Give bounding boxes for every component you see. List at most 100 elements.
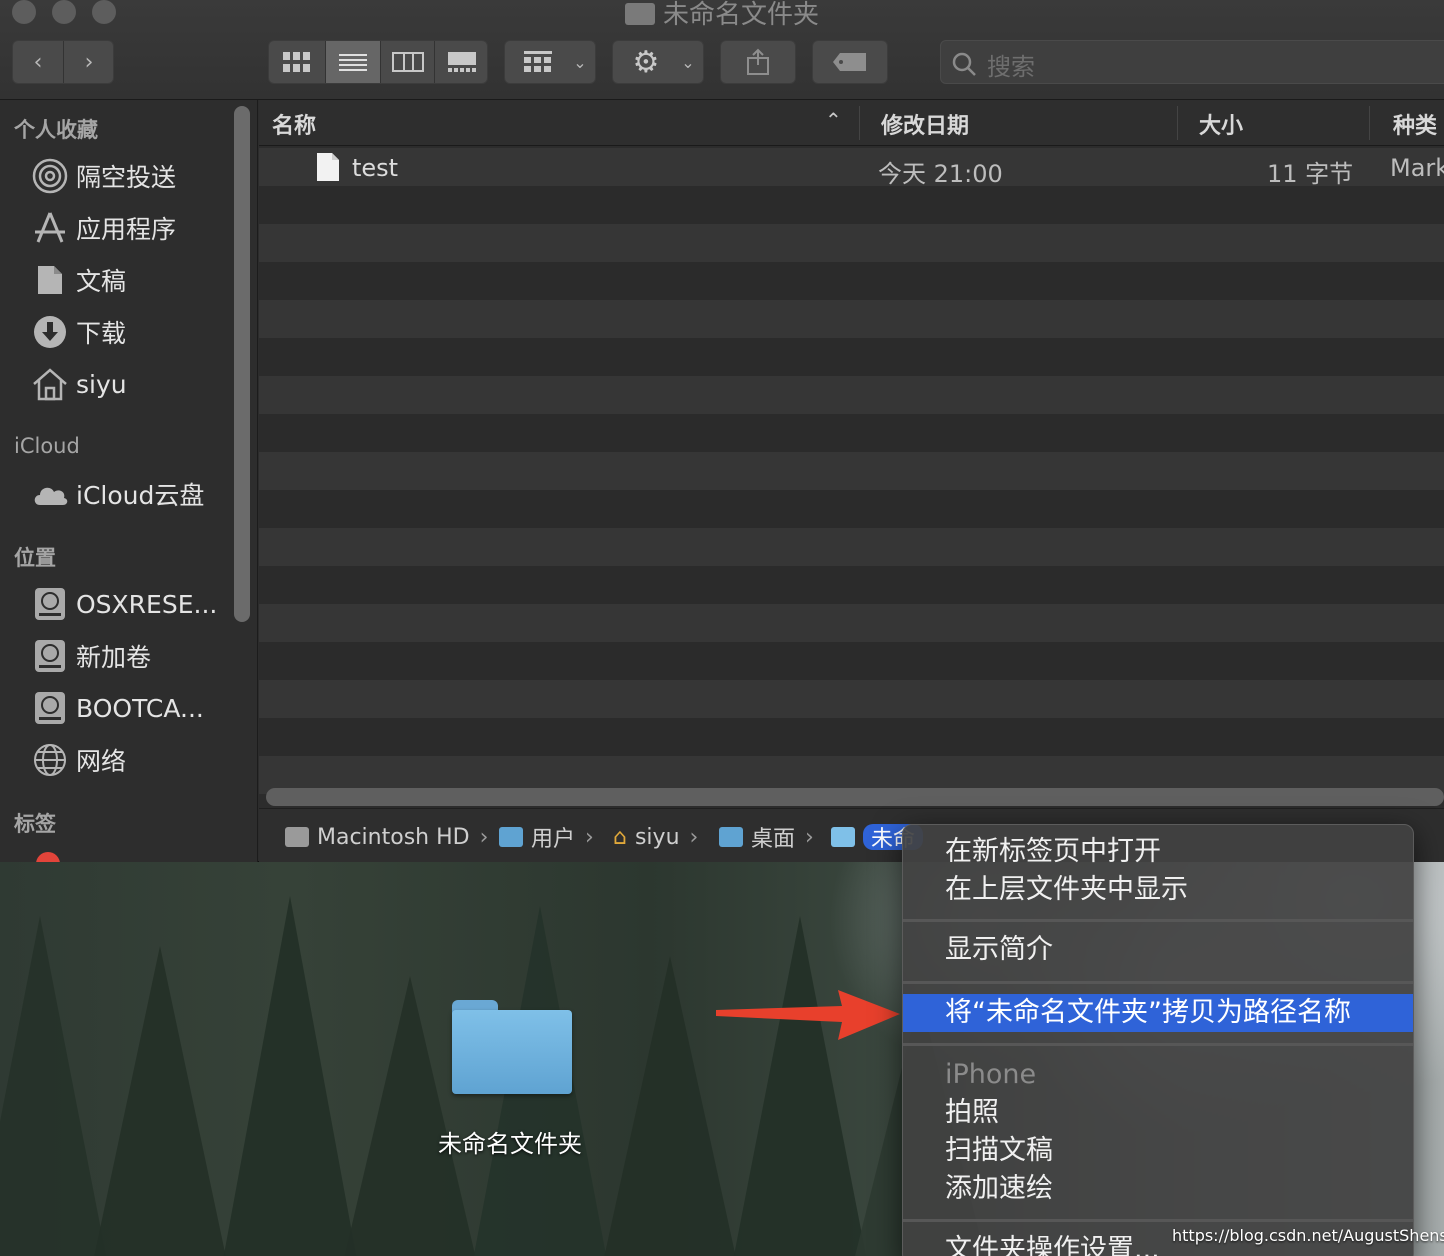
search-field[interactable]: 搜索 xyxy=(940,40,1444,84)
disk-icon xyxy=(30,690,70,726)
sidebar-item-disk-new-volume[interactable]: 新加卷 xyxy=(30,634,230,678)
empty-row xyxy=(259,338,1444,376)
sidebar-item-label: 文稿 xyxy=(76,267,127,296)
sidebar-scrollbar[interactable] xyxy=(234,106,250,622)
empty-row xyxy=(259,566,1444,604)
menu-separator xyxy=(903,919,1413,922)
menu-separator xyxy=(903,981,1413,984)
sidebar-item-home[interactable]: siyu xyxy=(30,362,230,406)
tag-icon xyxy=(813,41,887,83)
sidebar-item-label: 隔空投送 xyxy=(76,163,177,192)
menu-item-copy-as-pathname[interactable]: 将“未命名文件夹”拷贝为路径名称 xyxy=(903,994,1413,1032)
empty-row xyxy=(259,642,1444,680)
path-crumb-home[interactable]: ⌂ siyu › xyxy=(613,823,698,851)
sidebar-item-disk-osxreserved[interactable]: OSXRESE... xyxy=(30,582,230,626)
document-icon xyxy=(317,153,339,181)
sidebar-item-label: 网络 xyxy=(76,747,127,776)
path-crumb-macintosh-hd[interactable]: Macintosh HD › xyxy=(285,823,488,851)
home-icon xyxy=(30,366,70,402)
table-row[interactable]: test 今天 21:00 11 字节 Mark xyxy=(259,148,1444,188)
window-title: 未命名文件夹 xyxy=(0,0,1444,31)
menu-item-scan-documents[interactable]: 扫描文稿 xyxy=(903,1132,1413,1170)
icon-view-button[interactable] xyxy=(269,41,325,83)
sidebar-item-disk-bootcamp[interactable]: BOOTCA... xyxy=(30,686,230,730)
action-menu-button[interactable]: ⚙ ⌄ xyxy=(612,40,704,84)
folder-icon xyxy=(831,827,855,847)
empty-row xyxy=(259,452,1444,490)
chevron-right-icon: › xyxy=(479,824,489,850)
group-icon xyxy=(513,41,563,83)
gallery-view-button[interactable] xyxy=(435,41,489,83)
menu-item-get-info[interactable]: 显示简介 xyxy=(903,931,1413,969)
sidebar-item-label: 应用程序 xyxy=(76,215,177,244)
sidebar-item-documents[interactable]: 文稿 xyxy=(30,258,230,302)
desktop-folder-label[interactable]: 未命名文件夹 xyxy=(400,1124,620,1159)
column-header-size[interactable]: 大小 xyxy=(1199,108,1243,140)
folder-icon xyxy=(624,3,655,25)
documents-icon xyxy=(30,262,70,298)
edit-tags-button[interactable] xyxy=(812,40,888,84)
menu-section-iphone: iPhone xyxy=(945,1059,1037,1090)
menu-separator xyxy=(903,1043,1413,1046)
desktop-folder-icon[interactable] xyxy=(452,1000,572,1096)
sidebar-item-airdrop[interactable]: 隔空投送 xyxy=(30,154,230,198)
watermark: https://blog.csdn.net/AugustShensiyu xyxy=(1172,1226,1444,1245)
sidebar-item-label: iCloud云盘 xyxy=(76,481,205,510)
disk-icon xyxy=(30,638,70,674)
home-icon: ⌂ xyxy=(613,824,627,850)
gallery-icon xyxy=(448,52,476,72)
menu-item-take-photo[interactable]: 拍照 xyxy=(903,1094,1413,1132)
file-date: 今天 21:00 xyxy=(878,160,1003,188)
desktop-folder-icon xyxy=(719,827,743,847)
downloads-icon xyxy=(30,314,70,350)
pine-tree xyxy=(730,916,870,1256)
column-header-date[interactable]: 修改日期 xyxy=(881,108,969,140)
applications-icon xyxy=(30,210,70,246)
chevron-right-icon: › xyxy=(84,49,94,75)
tags-header: 标签 xyxy=(14,812,56,836)
chevron-right-icon: › xyxy=(585,824,594,850)
sidebar-item-label: siyu xyxy=(76,369,127,399)
file-kind: Mark xyxy=(1390,154,1444,182)
sidebar-item-label: 新加卷 xyxy=(76,643,152,672)
title-bar: 未命名文件夹 ‹ › ⌄ ⚙ ⌄ 搜索 xyxy=(0,0,1444,100)
list-header: 名称 ⌃ 修改日期 大小 种类 xyxy=(259,100,1444,146)
sidebar-item-label: OSXRESE... xyxy=(76,589,218,619)
file-size: 11 字节 xyxy=(1267,160,1354,188)
forward-button[interactable]: › xyxy=(64,41,114,83)
cloud-icon xyxy=(30,476,70,512)
chevron-right-icon: › xyxy=(689,824,699,850)
sidebar: 个人收藏 隔空投送 应用程序 文稿 下载 siyu iCloud iCloud云… xyxy=(0,100,258,862)
search-placeholder: 搜索 xyxy=(987,53,1035,81)
column-header-kind[interactable]: 种类 xyxy=(1393,108,1437,140)
icloud-header: iCloud xyxy=(14,434,80,458)
path-crumb-users[interactable]: 用户 › xyxy=(499,823,594,852)
sidebar-item-downloads[interactable]: 下载 xyxy=(30,310,230,354)
group-by-button[interactable]: ⌄ xyxy=(504,40,596,84)
sort-ascending-icon: ⌃ xyxy=(825,108,842,132)
gear-icon: ⚙ xyxy=(632,44,660,80)
share-button[interactable] xyxy=(720,40,796,84)
airdrop-icon xyxy=(30,158,70,194)
columns-icon xyxy=(392,52,424,72)
empty-row xyxy=(259,224,1444,262)
chevron-down-icon: ⌄ xyxy=(681,52,695,72)
column-header-name[interactable]: 名称 xyxy=(272,108,316,140)
list-view-button[interactable] xyxy=(326,41,380,83)
search-icon xyxy=(952,52,976,76)
sidebar-item-network[interactable]: 网络 xyxy=(30,738,230,782)
globe-icon xyxy=(30,742,70,778)
path-crumb-desktop[interactable]: 桌面 › xyxy=(719,823,814,852)
menu-item-show-in-enclosing-folder[interactable]: 在上层文件夹中显示 xyxy=(903,871,1413,909)
menu-item-open-in-new-tab[interactable]: 在新标签页中打开 xyxy=(903,833,1413,871)
menu-separator xyxy=(903,1219,1413,1222)
tag-red-dot-icon[interactable] xyxy=(36,852,60,862)
column-view-button[interactable] xyxy=(381,41,435,83)
sidebar-item-applications[interactable]: 应用程序 xyxy=(30,206,230,250)
back-button[interactable]: ‹ xyxy=(13,41,63,83)
horizontal-scrollbar[interactable] xyxy=(266,788,1444,806)
context-menu: 在新标签页中打开 在上层文件夹中显示 显示简介 将“未命名文件夹”拷贝为路径名称… xyxy=(902,824,1414,1256)
list-icon xyxy=(339,54,367,71)
sidebar-item-icloud-drive[interactable]: iCloud云盘 xyxy=(30,472,230,516)
menu-item-add-sketch[interactable]: 添加速绘 xyxy=(903,1170,1413,1208)
